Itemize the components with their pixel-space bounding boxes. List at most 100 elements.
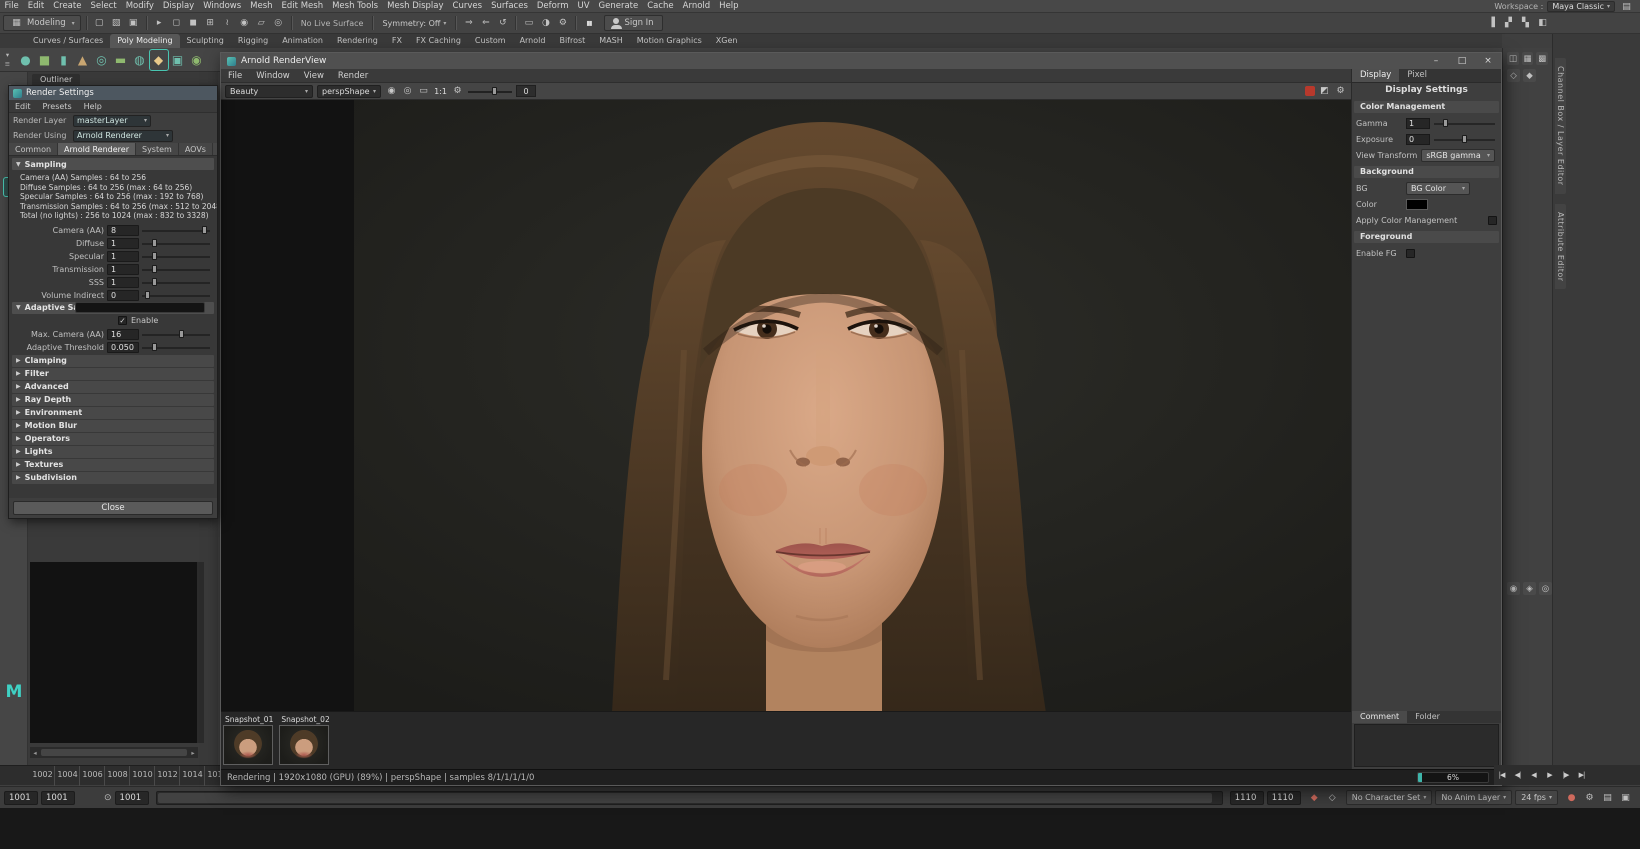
menu-item[interactable]: Generate bbox=[594, 0, 643, 13]
attribute-slider[interactable] bbox=[142, 290, 210, 301]
slider-handle[interactable] bbox=[1462, 135, 1467, 143]
animation-start-field[interactable]: 1001 bbox=[4, 791, 38, 805]
shelf-tab[interactable]: Curves / Surfaces bbox=[26, 34, 110, 48]
bookshelf-icon[interactable]: ▤ bbox=[1619, 0, 1634, 14]
range-slider[interactable] bbox=[156, 791, 1223, 805]
enable-fg-checkbox[interactable] bbox=[1406, 249, 1415, 258]
input-connections-icon[interactable]: ⇒ bbox=[461, 16, 476, 31]
shelf-tab[interactable]: XGen bbox=[709, 34, 745, 48]
slider-handle[interactable] bbox=[152, 278, 157, 286]
select-by-hierarchy-icon[interactable]: ▸ bbox=[152, 16, 167, 31]
set-key-icon[interactable]: ◆ bbox=[1307, 790, 1322, 805]
select-by-component-icon[interactable]: ◼ bbox=[186, 16, 201, 31]
collapsed-section-header[interactable]: ▶ Clamping bbox=[12, 355, 214, 367]
start-ipr-render-button[interactable]: ◉ bbox=[385, 85, 398, 98]
outliner-hscrollbar[interactable]: ◂ ▸ bbox=[30, 747, 198, 758]
collapsed-section-header[interactable]: ▶ Ray Depth bbox=[12, 394, 214, 406]
snapshot-camera-button[interactable]: ◎ bbox=[401, 85, 414, 98]
collapsed-section-header[interactable]: ▶ Subdivision bbox=[12, 472, 214, 484]
close-icon[interactable]: × bbox=[1475, 53, 1501, 69]
progressive-render-checkbox[interactable] bbox=[204, 303, 205, 312]
color-management-header[interactable]: Color Management bbox=[1354, 101, 1499, 113]
menu-item[interactable]: View bbox=[297, 71, 331, 81]
menu-item[interactable]: Mesh bbox=[246, 0, 277, 13]
menu-item[interactable]: File bbox=[0, 0, 23, 13]
snapshot-thumbnail[interactable] bbox=[279, 725, 329, 765]
step-forward-frame-button[interactable]: |▶ bbox=[1558, 767, 1573, 783]
checker-background-toggle-icon[interactable]: ◩ bbox=[1318, 85, 1331, 98]
gamma-slider[interactable] bbox=[1434, 118, 1497, 129]
menu-item[interactable]: Create bbox=[49, 0, 86, 13]
menu-item[interactable]: Edit Mesh bbox=[277, 0, 328, 13]
maximize-button[interactable]: □ bbox=[1449, 53, 1475, 69]
snap-to-curve-icon[interactable]: ≀ bbox=[220, 16, 235, 31]
minimize-button[interactable]: – bbox=[1423, 53, 1449, 69]
apply-color-management-checkbox[interactable] bbox=[1488, 216, 1497, 225]
settings-tab[interactable]: Arnold Renderer bbox=[58, 143, 136, 155]
renderer-toggle-icon[interactable]: ▦ bbox=[1522, 52, 1534, 65]
shelf-tab[interactable]: FX bbox=[385, 34, 409, 48]
attribute-field[interactable]: 1 bbox=[107, 264, 139, 275]
render-layer-dropdown[interactable]: masterLayer ▾ bbox=[73, 115, 151, 127]
attribute-slider[interactable] bbox=[142, 238, 210, 249]
channel-box-toggle-icon[interactable]: ◧ bbox=[1535, 16, 1550, 31]
panel-tab[interactable]: Pixel bbox=[1399, 69, 1435, 82]
shelf-tab[interactable]: MASH bbox=[592, 34, 629, 48]
menu-item[interactable]: Cache bbox=[643, 0, 678, 13]
sculpt-tool-icon[interactable]: ◉ bbox=[188, 50, 206, 70]
open-scene-icon[interactable]: ▧ bbox=[109, 16, 124, 31]
snap-to-grid-icon[interactable]: ⊞ bbox=[203, 16, 218, 31]
poly-torus-icon[interactable]: ◎ bbox=[93, 50, 111, 70]
menu-item[interactable]: Deform bbox=[532, 0, 573, 13]
menu-item[interactable]: Select bbox=[86, 0, 121, 13]
attribute-field[interactable]: 16 bbox=[107, 329, 139, 340]
settings-tab[interactable]: System bbox=[136, 143, 179, 155]
attribute-field[interactable]: 1 bbox=[107, 277, 139, 288]
close-button[interactable]: Close bbox=[13, 501, 213, 515]
slider-handle[interactable] bbox=[492, 87, 497, 95]
view-transform-dropdown[interactable]: sRGB gamma ▾ bbox=[1421, 149, 1495, 162]
collapsed-section-header[interactable]: ▶ Advanced bbox=[12, 381, 214, 393]
modeling-toolkit-toggle-icon[interactable]: ▐ bbox=[1484, 16, 1499, 31]
menu-item[interactable]: Arnold bbox=[678, 0, 715, 13]
construction-history-icon[interactable]: ↺ bbox=[495, 16, 510, 31]
menu-item[interactable]: Mesh Display bbox=[383, 0, 448, 13]
settings-tab[interactable]: AOVs bbox=[179, 143, 213, 155]
platonic-solid-icon[interactable]: ◆ bbox=[150, 50, 168, 70]
render-canvas[interactable] bbox=[221, 100, 1353, 713]
output-connections-icon[interactable]: ⇐ bbox=[478, 16, 493, 31]
slider-handle[interactable] bbox=[152, 252, 157, 260]
sign-in-button[interactable]: Sign In bbox=[604, 15, 662, 31]
scroll-left-arrow[interactable]: ◂ bbox=[30, 749, 40, 757]
attribute-slider[interactable] bbox=[142, 329, 210, 340]
animation-end-field[interactable]: 1110 bbox=[1267, 791, 1301, 805]
play-forwards-button[interactable]: ▶ bbox=[1542, 767, 1557, 783]
render-settings-icon[interactable]: ⚙ bbox=[555, 16, 570, 31]
shaded-display-icon[interactable]: ◆ bbox=[1523, 69, 1536, 82]
go-to-end-button[interactable]: ▶| bbox=[1574, 767, 1589, 783]
panel-tab[interactable]: Display bbox=[1352, 69, 1399, 82]
camera-dropdown[interactable]: perspShape ▾ bbox=[317, 85, 381, 98]
menu-item[interactable]: Display bbox=[158, 0, 198, 13]
adaptive-enable-checkbox[interactable]: ✓ bbox=[118, 316, 127, 325]
snap-to-point-icon[interactable]: ◉ bbox=[237, 16, 252, 31]
shelf-tab[interactable]: Arnold bbox=[513, 34, 553, 48]
shelf-tab-options-icon[interactable]: ▾ bbox=[2, 51, 13, 60]
collapsed-section-header[interactable]: ▶ Environment bbox=[12, 407, 214, 419]
poly-cylinder-icon[interactable]: ▮ bbox=[55, 50, 73, 70]
current-frame-field[interactable]: 1001 bbox=[115, 791, 149, 805]
menu-item[interactable]: Help bbox=[78, 102, 108, 111]
slider-handle[interactable] bbox=[152, 343, 157, 351]
shelf-tab[interactable]: FX Caching bbox=[409, 34, 468, 48]
character-set-dropdown[interactable]: No Character Set ▾ bbox=[1346, 790, 1433, 805]
menu-item[interactable]: Render bbox=[331, 71, 375, 81]
collapsed-section-header[interactable]: ▶ Lights bbox=[12, 446, 214, 458]
shelf-tab[interactable]: Animation bbox=[275, 34, 330, 48]
panel-options-icon[interactable]: ▩ bbox=[1536, 52, 1548, 65]
scroll-right-arrow[interactable]: ▸ bbox=[188, 749, 198, 757]
slider-handle[interactable] bbox=[152, 265, 157, 273]
outliner-tab[interactable]: Outliner bbox=[32, 74, 80, 85]
snapshot-item[interactable]: Snapshot_02 bbox=[279, 714, 331, 767]
settings-tab[interactable]: Diagnostics bbox=[213, 143, 217, 155]
bg-mode-dropdown[interactable]: BG Color ▾ bbox=[1406, 182, 1470, 195]
